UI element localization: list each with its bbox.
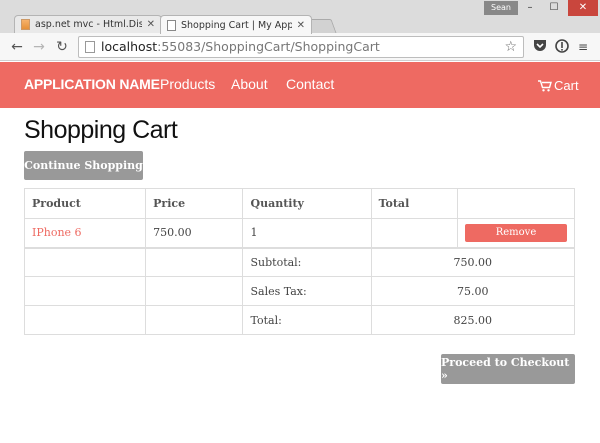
tab-aspnet-mvc[interactable]: asp.net mvc - Html.Displa ✕ [14,15,162,33]
page-icon [85,41,95,53]
header-price: Price [145,188,244,219]
tab-close-icon[interactable]: ✕ [297,20,305,31]
total-cell [370,218,458,249]
summary-label: Sales Tax: [242,276,372,306]
remove-button[interactable]: Remove [464,223,567,242]
header-product: Product [23,188,147,219]
price-cell: 750.00 [145,218,244,249]
summary-label: Subtotal: [242,247,372,277]
product-link[interactable]: IPhone 6 [32,226,82,239]
minimize-icon[interactable]: – [518,0,542,16]
nav-link-about[interactable]: About [231,76,268,92]
continue-shopping-button[interactable]: Continue Shopping [24,151,143,180]
close-window-icon[interactable]: ✕ [568,0,598,16]
star-bookmark-icon[interactable]: ☆ [504,37,517,57]
action-cell: Remove [456,218,576,249]
summary-value: 825.00 [370,305,576,335]
cart-label: Cart [554,78,579,93]
summary-value: 75.00 [370,276,576,306]
summary-row-total: Total: 825.00 [23,305,576,335]
profile-badge[interactable]: Sean [484,1,518,15]
summary-row-sales-tax: Sales Tax: 75.00 [23,276,576,306]
cart-link[interactable]: Cart [538,78,579,93]
site-navbar: APPLICATION NAME Products About Contact … [0,62,600,108]
summary-row-subtotal: Subtotal: 750.00 [23,247,576,277]
address-bar[interactable]: localhost:55083/ShoppingCart/ShoppingCar… [78,36,524,58]
reload-icon[interactable]: ↻ [53,38,71,56]
tab-title: Shopping Cart | My Applic [181,19,292,31]
tab-title: asp.net mvc - Html.Displa [35,19,142,30]
menu-icon[interactable]: ≡ [575,39,591,55]
forward-arrow-icon[interactable]: → [30,38,48,56]
maximize-icon[interactable]: ☐ [542,0,566,16]
table-row: IPhone 6 750.00 1 Remove [23,218,576,249]
back-arrow-icon[interactable]: ← [8,38,26,56]
product-cell: IPhone 6 [23,218,147,249]
page-title: Shopping Cart [24,116,178,144]
page-favicon-icon [167,19,176,31]
summary-value: 750.00 [370,247,576,277]
stackoverflow-favicon-icon [21,19,30,30]
nav-link-products[interactable]: Products [160,76,215,92]
header-actions [456,188,576,219]
cart-table: Product Price Quantity Total IPhone 6 75… [23,188,576,335]
shopping-cart-icon [538,79,552,91]
address-host: localhost [101,39,158,54]
extension-info-icon[interactable] [554,39,570,55]
address-path: :55083/ShoppingCart/ShoppingCart [157,39,380,54]
summary-label: Total: [242,305,372,335]
tab-close-icon[interactable]: ✕ [147,19,155,30]
header-total: Total [370,188,458,219]
quantity-cell: 1 [242,218,372,249]
tab-shopping-cart[interactable]: Shopping Cart | My Applic ✕ [160,15,312,34]
proceed-to-checkout-button[interactable]: Proceed to Checkout » [441,354,575,384]
table-header-row: Product Price Quantity Total [23,188,576,219]
browser-toolbar: ← → ↻ localhost:55083/ShoppingCart/Shopp… [0,33,600,61]
pocket-icon[interactable] [532,39,548,55]
header-quantity: Quantity [242,188,372,219]
nav-link-contact[interactable]: Contact [286,76,334,92]
brand-link[interactable]: APPLICATION NAME [24,76,160,92]
browser-titlebar: asp.net mvc - Html.Displa ✕ Shopping Car… [0,0,600,34]
